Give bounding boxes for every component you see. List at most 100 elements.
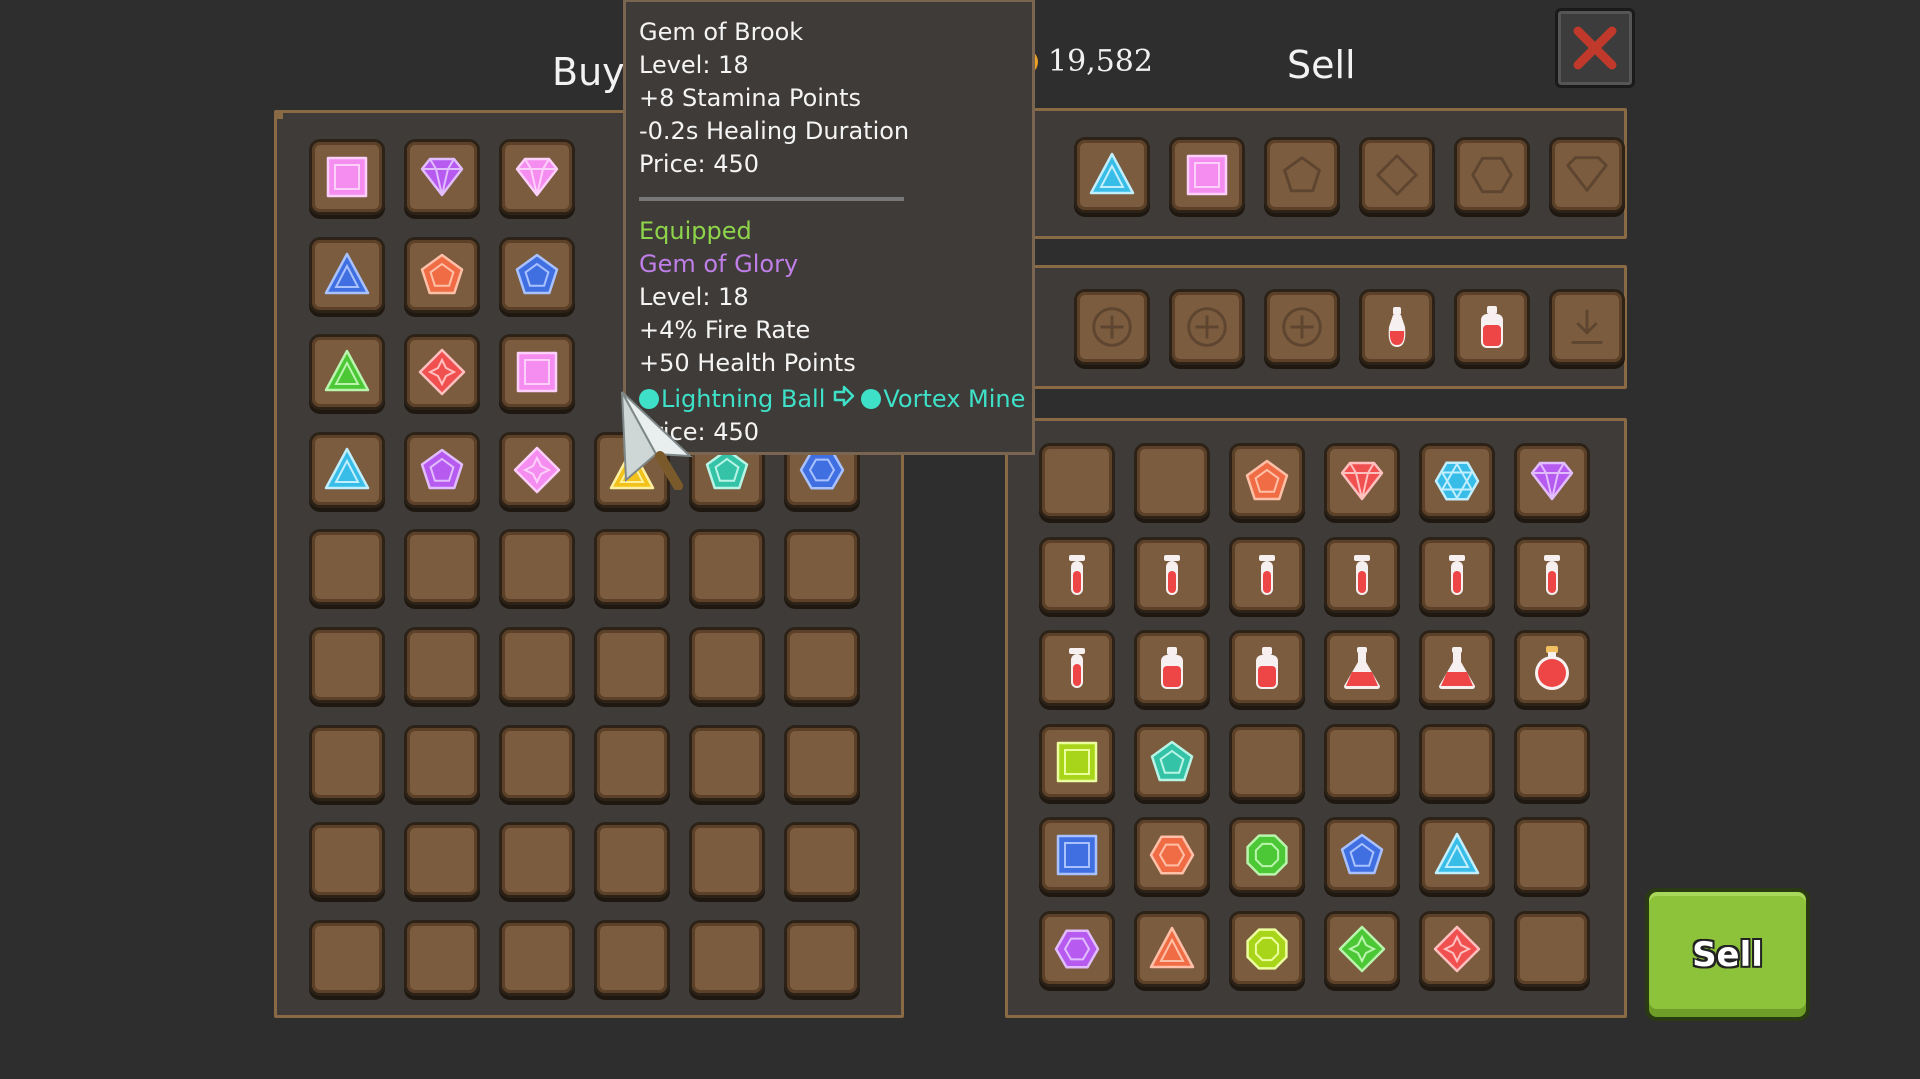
item-slot-ghost-diamond[interactable] (1362, 140, 1432, 210)
empty-slot[interactable] (692, 922, 762, 993)
empty-slot[interactable] (312, 727, 382, 798)
item-slot-square-blue[interactable] (1042, 820, 1112, 891)
item-slot-pentagon-teal[interactable] (1137, 726, 1207, 797)
empty-slot[interactable] (312, 532, 382, 603)
equipped-item-name: Gem of Glory (639, 250, 799, 278)
empty-slot[interactable] (787, 922, 857, 993)
empty-slot[interactable] (692, 727, 762, 798)
empty-slot[interactable] (1517, 913, 1587, 984)
empty-slot[interactable] (787, 727, 857, 798)
empty-slot[interactable] (502, 532, 572, 603)
item-slot-triangle-orange[interactable] (1137, 913, 1207, 984)
empty-slot[interactable] (1327, 726, 1397, 797)
item-slot-square-lime[interactable] (1042, 726, 1112, 797)
empty-slot[interactable] (502, 727, 572, 798)
square-blue-icon (1056, 835, 1098, 876)
item-slot-potion-bottle[interactable] (1457, 292, 1527, 362)
item-slot-vial[interactable] (1327, 539, 1397, 610)
item-slot-diamond-red[interactable] (1327, 446, 1397, 516)
item-slot-potion-round[interactable] (1517, 633, 1587, 704)
empty-slot[interactable] (1042, 446, 1112, 516)
empty-slot[interactable] (1137, 446, 1207, 516)
item-slot-triangle-cyan[interactable] (312, 434, 382, 505)
item-slot-triangle-blue[interactable] (312, 239, 382, 310)
item-slot-diamond-purple[interactable] (407, 142, 477, 212)
item-slot-potion-bottle[interactable] (1137, 633, 1207, 704)
item-slot-hexagon-purple[interactable] (1042, 913, 1112, 984)
empty-slot[interactable] (597, 922, 667, 993)
empty-slot[interactable] (312, 629, 382, 700)
item-slot-star-cyan[interactable] (1422, 446, 1492, 516)
empty-slot[interactable] (1422, 726, 1492, 797)
item-slot-pentagon-blue[interactable] (1327, 820, 1397, 891)
item-slot-pentagon-orange[interactable] (1232, 446, 1302, 516)
item-slot-diamond-pink[interactable] (502, 142, 572, 212)
empty-slot[interactable] (597, 825, 667, 896)
download-placeholder-icon (1571, 309, 1603, 344)
empty-slot[interactable] (502, 922, 572, 993)
empty-slot[interactable] (1517, 820, 1587, 891)
item-slot-flask[interactable] (1422, 633, 1492, 704)
empty-slot[interactable] (502, 825, 572, 896)
plus-placeholder-icon (1092, 307, 1132, 347)
empty-slot[interactable] (597, 532, 667, 603)
item-slot-octagon-green[interactable] (1232, 820, 1302, 891)
item-slot-vial[interactable] (1232, 539, 1302, 610)
pentagon-blue-icon (1340, 834, 1384, 875)
item-slot-potion-small[interactable] (1362, 292, 1432, 362)
item-slot-vial[interactable] (1422, 539, 1492, 610)
empty-slot[interactable] (1232, 726, 1302, 797)
sell-button[interactable]: Sell (1645, 888, 1810, 1021)
empty-slot[interactable] (597, 727, 667, 798)
item-slot-vial[interactable] (1517, 539, 1587, 610)
item-slot-square-pink[interactable] (312, 142, 382, 212)
empty-slot[interactable] (312, 825, 382, 896)
empty-slot[interactable] (597, 629, 667, 700)
diamond-placeholder-icon (1376, 154, 1418, 196)
item-slot-hexagon-orange[interactable] (1137, 820, 1207, 891)
star-cyan-icon (1434, 461, 1480, 501)
item-slot-vial[interactable] (1137, 539, 1207, 610)
item-slot-pentagon-blue[interactable] (502, 239, 572, 310)
item-slot-square-pink[interactable] (1172, 140, 1242, 210)
item-slot-cross-red[interactable] (1422, 913, 1492, 984)
item-slot-pentagon-orange[interactable] (407, 239, 477, 310)
item-slot-triangle-cyan[interactable] (1077, 140, 1147, 210)
empty-slot[interactable] (692, 532, 762, 603)
empty-slot[interactable] (692, 825, 762, 896)
empty-slot[interactable] (787, 629, 857, 700)
item-slot-vial[interactable] (1042, 539, 1112, 610)
item-slot-octagon-lime[interactable] (1232, 913, 1302, 984)
close-button[interactable] (1555, 8, 1635, 88)
empty-slot[interactable] (407, 825, 477, 896)
item-slot-triangle-green[interactable] (312, 337, 382, 408)
empty-slot[interactable] (1517, 726, 1587, 797)
item-slot-vial[interactable] (1042, 633, 1112, 704)
empty-slot[interactable] (407, 532, 477, 603)
item-slot-cross-pink[interactable] (502, 434, 572, 505)
item-slot-ghost-hexagon[interactable] (1457, 140, 1527, 210)
item-slot-ghost-plus[interactable] (1267, 292, 1337, 362)
item-slot-diamond-purple[interactable] (1517, 446, 1587, 516)
tooltip-item-stat: -0.2s Healing Duration (639, 117, 910, 145)
item-slot-ghost-plus[interactable] (1172, 292, 1242, 362)
item-slot-potion-bottle[interactable] (1232, 633, 1302, 704)
empty-slot[interactable] (787, 532, 857, 603)
empty-slot[interactable] (407, 629, 477, 700)
item-slot-cross-green[interactable] (1327, 913, 1397, 984)
empty-slot[interactable] (312, 922, 382, 993)
item-slot-ghost-plus[interactable] (1077, 292, 1147, 362)
item-slot-flask[interactable] (1327, 633, 1397, 704)
item-slot-square-pink[interactable] (502, 337, 572, 408)
item-slot-triangle-cyan[interactable] (1422, 820, 1492, 891)
empty-slot[interactable] (787, 825, 857, 896)
empty-slot[interactable] (692, 629, 762, 700)
item-slot-pentagon-purple[interactable] (407, 434, 477, 505)
item-slot-cross-red[interactable] (407, 337, 477, 408)
item-slot-ghost-gem[interactable] (1552, 140, 1622, 210)
empty-slot[interactable] (407, 727, 477, 798)
empty-slot[interactable] (407, 922, 477, 993)
item-slot-ghost-download[interactable] (1552, 292, 1622, 362)
empty-slot[interactable] (502, 629, 572, 700)
item-slot-ghost-pentagon[interactable] (1267, 140, 1337, 210)
